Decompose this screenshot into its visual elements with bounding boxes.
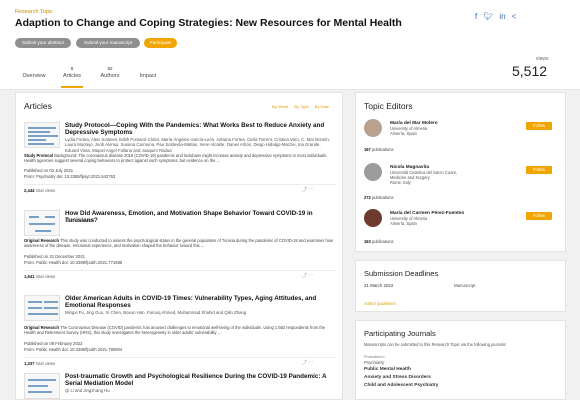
journals-note: Manuscripts can be submitted to this Res… — [364, 342, 507, 347]
article-abstract: Original Research The Coronavirus Diseas… — [24, 325, 325, 336]
submit-manuscript-button[interactable]: Submit your manuscript — [76, 38, 140, 48]
article-journal-doi: From: Public Health doi: 10.3389/fpubh.2… — [24, 260, 123, 265]
share-bar: f 🐦︎ in < — [475, 12, 516, 21]
article-published: Published on 02 July 2021 — [24, 168, 74, 173]
participating-journals-panel: Participating Journals Manuscripts can b… — [355, 320, 566, 400]
journal-section-link[interactable]: Public Mental Health — [364, 367, 411, 372]
linkedin-icon[interactable]: in — [499, 12, 505, 21]
author-guidelines-link[interactable]: Author guidelines — [364, 301, 396, 306]
article-views: 2,444 total views — [24, 188, 56, 193]
submit-abstract-button[interactable]: Submit your abstract — [15, 38, 71, 48]
divider — [24, 270, 336, 271]
avatar[interactable] — [364, 163, 382, 181]
articles-panel: Articles By Views By Type By Date Study … — [15, 92, 343, 400]
tab-label: Impact — [139, 73, 157, 79]
tab-label: Overview — [22, 73, 46, 79]
article-views: 1,337 total views — [24, 361, 56, 366]
article-title[interactable]: Older American Adults in COVID-19 Times:… — [65, 295, 335, 310]
list-item[interactable]: Study Protocol—Coping With the Pandemics… — [24, 122, 336, 202]
editors-heading: Topic Editors — [364, 101, 413, 111]
article-views: 1,641 total views — [24, 274, 56, 279]
participate-button[interactable]: Participate — [144, 38, 177, 48]
article-actions[interactable]: ⤴ ⋯ — [302, 186, 313, 193]
article-actions[interactable]: ⤴ ⋯ — [302, 359, 313, 366]
editor-affiliation: University of Almeria Almería, Spain — [390, 216, 428, 226]
article-authors: Mingxi Fu, Jing Guo, Xi Chen, Boxun Han,… — [65, 310, 247, 315]
follow-button[interactable]: Follow — [526, 212, 552, 220]
articles-heading: Articles — [24, 101, 52, 111]
journal-section-link[interactable]: Child and Adolescent Psychiatry — [364, 383, 438, 388]
deadline-date: 31 March 2022 — [364, 283, 394, 288]
journal-section-link[interactable]: Anxiety and Stress Disorders — [364, 375, 431, 380]
submission-deadlines-panel: Submission Deadlines 31 March 2022 Manus… — [355, 260, 566, 312]
list-item[interactable]: Post-traumatic Growth and Psychological … — [24, 373, 336, 399]
list-item[interactable]: Older American Adults in COVID-19 Times:… — [24, 295, 336, 375]
tab-authors[interactable]: 82 Authors — [91, 66, 129, 79]
editor-affiliation: Università Cattolica del Sacro Cuore, Med… — [390, 170, 458, 185]
article-title[interactable]: Post-traumatic Growth and Psychological … — [65, 373, 335, 388]
avatar[interactable] — [364, 119, 382, 137]
article-authors: Slim Masmoudi — [65, 218, 95, 223]
tab-label: Articles — [62, 73, 82, 79]
article-actions[interactable]: ⤴ ⋯ — [302, 272, 313, 279]
topic-tabs: Overview 8 Articles 82 Authors Impact — [15, 66, 167, 88]
topic-editors-panel: Topic Editors María del Mar Molero Unive… — [355, 92, 566, 252]
divider — [24, 357, 336, 358]
sort-by-views[interactable]: By Views — [272, 104, 288, 109]
article-title[interactable]: Study Protocol—Coping With the Pandemics… — [65, 122, 335, 137]
editor-card: María del Carmen Pérez-Fuentes Universit… — [364, 209, 560, 244]
article-authors: Qi Li and Jingzhang Hu — [65, 388, 110, 393]
share-icon[interactable]: < — [512, 12, 517, 21]
twitter-icon[interactable]: 🐦︎ — [483, 12, 493, 21]
article-type: Original Research — [24, 325, 60, 330]
views-label: views — [536, 56, 549, 62]
tab-impact[interactable]: Impact — [129, 66, 167, 79]
follow-button[interactable]: Follow — [526, 166, 552, 174]
journals-heading: Participating Journals — [364, 329, 436, 338]
journal-root[interactable]: Psychiatry — [364, 360, 384, 365]
divider — [24, 184, 336, 185]
page-title: Adaption to Change and Coping Strategies… — [15, 17, 402, 29]
views-count: 5,512 — [512, 63, 548, 79]
sort-options: By Views By Type By Date — [272, 104, 329, 109]
deadline-type: Manuscript — [454, 283, 476, 288]
article-type: Study Protocol — [24, 153, 54, 158]
tab-overview[interactable]: Overview — [15, 66, 53, 79]
article-thumbnail — [24, 122, 60, 148]
avatar[interactable] — [364, 209, 382, 227]
article-thumbnail — [24, 295, 60, 321]
article-abstract: Study Protocol Background: The coronavir… — [24, 153, 328, 164]
editor-publications: 163 publications — [364, 239, 394, 244]
promoted-label: Promoted in — [364, 355, 385, 359]
topic-kicker: Research Topic — [15, 9, 53, 15]
facebook-icon[interactable]: f — [475, 12, 477, 21]
sort-by-date[interactable]: By Date — [315, 104, 329, 109]
tab-label: Authors — [100, 73, 120, 79]
article-journal-doi: From: Public Health doi: 10.3389/fpubh.2… — [24, 347, 123, 352]
follow-button[interactable]: Follow — [526, 122, 552, 130]
article-published: Published on 08 February 2022 — [24, 341, 83, 346]
article-authors: Lydia Fortea, Aleix Solanes, Edith Pomar… — [65, 137, 331, 153]
article-thumbnail — [24, 373, 60, 399]
editor-affiliation: University of Almeria Almería, Spain — [390, 126, 428, 136]
article-type: Original Research — [24, 238, 60, 243]
article-journal-doi: From: Psychiatry doi: 10.3389/fpsyt.2021… — [24, 174, 116, 179]
article-published: Published on 31 December 2021 — [24, 254, 85, 259]
editor-card: María del Mar Molero University of Almer… — [364, 119, 560, 153]
tab-articles[interactable]: 8 Articles — [53, 66, 91, 88]
article-abstract: Original Research This study was conduct… — [24, 238, 333, 249]
sort-by-type[interactable]: By Type — [294, 104, 308, 109]
editor-card: Nicola Magnavita Università Cattolica de… — [364, 163, 560, 200]
deadlines-heading: Submission Deadlines — [364, 269, 439, 278]
topic-header: Research Topic Adaption to Change and Co… — [0, 0, 580, 90]
editor-publications: 272 publications — [364, 195, 394, 200]
article-thumbnail — [24, 210, 60, 236]
list-item[interactable]: How Did Awareness, Emotion, and Motivati… — [24, 210, 336, 290]
editor-publications: 167 publications — [364, 147, 394, 152]
